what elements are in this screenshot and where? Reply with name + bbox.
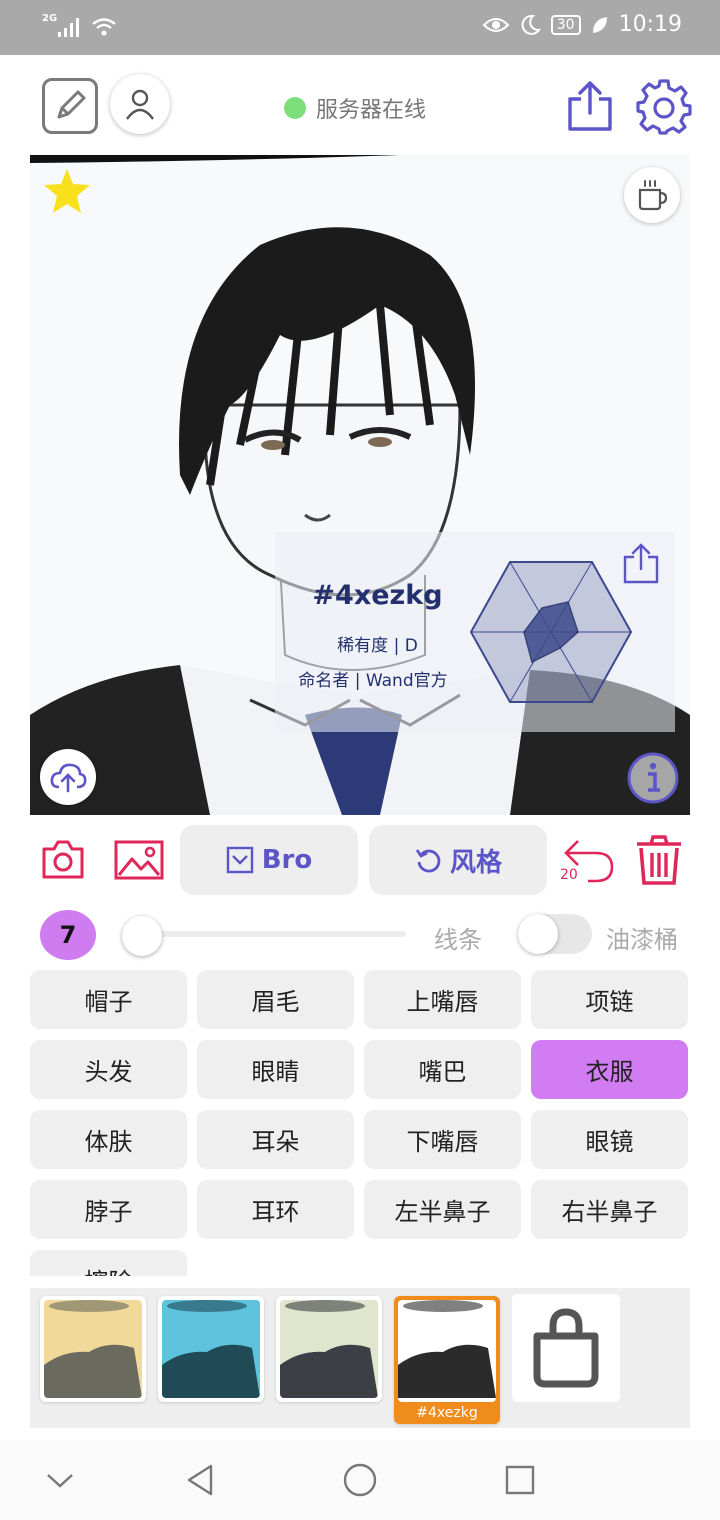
part-button[interactable]: 眼镜 [531,1110,688,1169]
character-thumbnail-strip: #4xezkg [30,1288,690,1428]
part-button[interactable]: 项链 [531,970,688,1029]
back-button[interactable] [180,1460,220,1500]
coffee-button[interactable] [624,167,680,223]
battery-indicator: 30 [550,14,581,35]
rarity-label: 稀有度 | D [337,636,418,656]
top-bar: 服务器在线 [0,55,720,155]
share-icon [568,81,612,131]
part-button[interactable]: 耳环 [197,1180,354,1239]
profile-button[interactable] [110,74,170,134]
wifi-icon [92,18,116,36]
recents-button[interactable] [500,1460,540,1500]
part-button[interactable]: 体肤 [30,1110,187,1169]
network-type: 2G [42,13,58,24]
status-bar: 2G 30 10:19 [0,0,720,55]
part-button[interactable]: 头发 [30,1040,187,1099]
attribute-radar-chart [470,561,632,703]
part-selector-grid: 帽子眉毛上嘴唇项链头发眼睛嘴巴衣服体肤耳朵下嘴唇眼镜脖子耳环左半鼻子右半鼻子擦除 [30,970,690,1276]
online-dot [284,97,306,119]
character-id: #4xezkg [312,580,443,611]
hide-keyboard-button[interactable] [40,1460,80,1500]
brush-controls: 7 线条 油漆桶 [0,910,720,960]
server-status-label: 服务器在线 [316,98,427,123]
coffee-cup-icon [638,180,668,211]
leaf-icon [592,16,607,33]
part-button[interactable]: 帽子 [30,970,187,1029]
pencil-icon [57,90,86,119]
gear-icon [636,79,692,135]
brush-size-slider[interactable] [130,931,406,937]
info-button[interactable] [626,751,680,805]
part-button[interactable]: 左半鼻子 [364,1180,521,1239]
part-button[interactable]: 上嘴唇 [364,970,521,1029]
part-button[interactable]: 擦除 [30,1250,187,1276]
back-triangle-icon [187,1464,213,1496]
namer-label: 命名者 | Wand官方 [298,671,448,691]
paint-bucket-toggle[interactable] [518,914,592,954]
thumbnail-label: #4xezkg [416,1405,478,1421]
delete-button[interactable] [634,833,684,887]
character-thumbnail[interactable] [158,1296,264,1402]
shopping-bag-icon [533,1308,599,1388]
share-icon [623,543,659,584]
character-thumbnail[interactable] [276,1296,382,1402]
part-button[interactable]: 下嘴唇 [364,1110,521,1169]
rotate-icon [415,849,441,873]
part-button[interactable]: 嘴巴 [364,1040,521,1099]
image-icon [114,840,164,880]
share-card-button[interactable] [622,542,660,584]
favorite-star-icon[interactable] [42,167,92,215]
signal-icon [58,18,80,37]
store-button[interactable] [512,1294,620,1402]
style-label: 风格 [449,847,502,878]
character-thumbnail[interactable] [40,1296,146,1402]
bro-label: Bro [261,845,313,875]
part-button[interactable]: 脖子 [30,1180,187,1239]
part-button[interactable]: 耳朵 [197,1110,354,1169]
character-canvas[interactable]: #4xezkg 稀有度 | D 命名者 | Wand官方 [30,155,690,815]
clock: 10:19 [618,12,682,37]
part-button[interactable]: 右半鼻子 [531,1180,688,1239]
info-icon [627,752,679,804]
camera-button[interactable] [40,837,86,881]
home-button[interactable] [340,1460,380,1500]
system-nav-bar [0,1440,720,1520]
edit-button[interactable] [42,78,98,134]
edit-toolbar: Bro 风格 20 [0,815,720,910]
recents-square-icon [505,1465,535,1495]
toggle-knob [518,914,558,954]
thumbnail-art [162,1300,260,1398]
thumbnail-art [280,1300,378,1398]
gallery-button[interactable] [114,839,164,881]
part-button[interactable]: 眼睛 [197,1040,354,1099]
undo-count: 20 [560,867,578,883]
settings-button[interactable] [636,79,692,135]
bro-button[interactable]: Bro [180,825,358,895]
share-button[interactable] [566,79,614,133]
part-button[interactable]: 衣服 [531,1040,688,1099]
checkbox-icon [226,846,253,874]
line-mode-label: 线条 [434,926,482,954]
eye-comfort-icon [482,17,509,32]
character-thumbnail[interactable]: #4xezkg [394,1296,500,1424]
thumbnail-art [44,1300,142,1398]
user-icon [126,89,154,120]
paint-bucket-label: 油漆桶 [606,926,678,954]
brush-size-badge[interactable]: 7 [40,910,96,960]
chevron-down-icon [47,1474,73,1488]
part-button[interactable]: 眉毛 [197,970,354,1029]
server-status: 服务器在线 [284,92,426,124]
cloud-upload-icon [50,763,87,793]
style-button[interactable]: 风格 [369,825,547,895]
trash-icon [637,835,681,885]
camera-icon [42,840,84,879]
upload-button[interactable] [40,749,96,805]
moon-icon [521,14,541,35]
home-circle-icon [343,1463,377,1497]
slider-thumb[interactable] [122,916,162,956]
thumbnail-art [398,1300,496,1402]
